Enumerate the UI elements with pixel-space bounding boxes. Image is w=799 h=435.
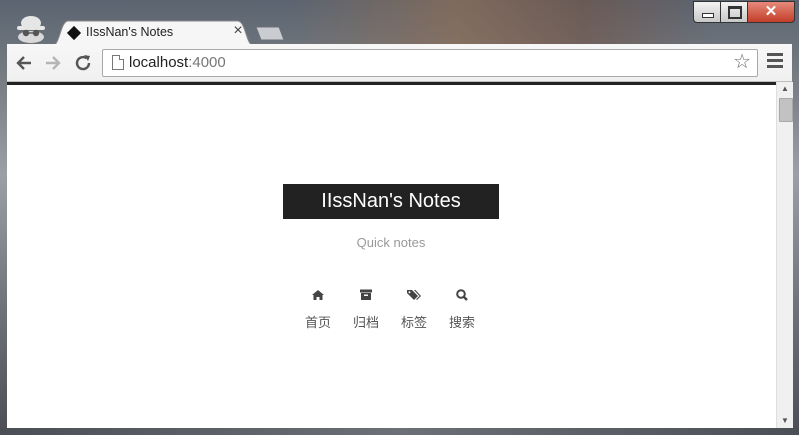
address-bar[interactable]: localhost:4000 ☆: [102, 49, 758, 77]
menu-item-tags[interactable]: 标签: [392, 286, 436, 331]
window-bottom-edge: [0, 428, 799, 435]
site-menu: 首页 归档 标签 搜索: [296, 286, 496, 336]
home-icon: [312, 290, 324, 300]
url-text[interactable]: localhost:4000: [129, 54, 226, 71]
url-port: :4000: [188, 54, 226, 71]
url-host: localhost: [129, 54, 189, 71]
tab-title: IIssNan's Notes: [86, 25, 174, 39]
chrome-menu-icon[interactable]: [767, 53, 783, 71]
forward-button[interactable]: [42, 52, 64, 74]
menu-item-label: 标签: [400, 316, 427, 331]
arrow-left-icon: [16, 56, 31, 70]
reload-button[interactable]: [72, 52, 94, 74]
browser-toolbar: localhost:4000 ☆: [7, 44, 792, 82]
tags-icon: [407, 290, 421, 300]
new-tab-button[interactable]: [255, 26, 285, 41]
reload-icon: [75, 55, 91, 71]
close-tab-icon[interactable]: ×: [230, 22, 246, 40]
scroll-thumb[interactable]: [779, 98, 793, 122]
menu-item-label: 首页: [304, 316, 331, 331]
minimize-button[interactable]: [693, 1, 721, 23]
search-icon: [456, 289, 468, 301]
menu-item-archive[interactable]: 归档: [344, 286, 388, 331]
arrow-right-icon: [46, 56, 61, 70]
menu-item-label: 归档: [352, 316, 379, 331]
page-icon: [112, 55, 124, 70]
minimize-icon: [702, 13, 714, 18]
desktop-background: [290, 0, 710, 45]
bookmark-star-icon[interactable]: ☆: [733, 51, 751, 73]
archive-icon: [360, 289, 372, 300]
maximize-icon: [728, 6, 742, 19]
close-icon: ✕: [764, 3, 778, 20]
incognito-icon: [13, 13, 49, 43]
menu-item-home[interactable]: 首页: [296, 286, 340, 331]
menu-item-search[interactable]: 搜索: [440, 286, 484, 331]
scroll-up-icon[interactable]: ▲: [777, 82, 793, 96]
site-title[interactable]: IIssNan's Notes: [283, 184, 499, 219]
page-viewport: [7, 82, 776, 431]
menu-item-label: 搜索: [448, 316, 475, 331]
maximize-button[interactable]: [720, 1, 748, 23]
vertical-scrollbar[interactable]: ▲ ▼: [776, 82, 793, 428]
close-window-button[interactable]: ✕: [747, 1, 795, 23]
back-button[interactable]: [13, 52, 35, 74]
browser-tab[interactable]: IIssNan's Notes ×: [52, 20, 254, 46]
site-subtitle: Quick notes: [356, 235, 426, 250]
scroll-down-icon[interactable]: ▼: [777, 414, 793, 428]
